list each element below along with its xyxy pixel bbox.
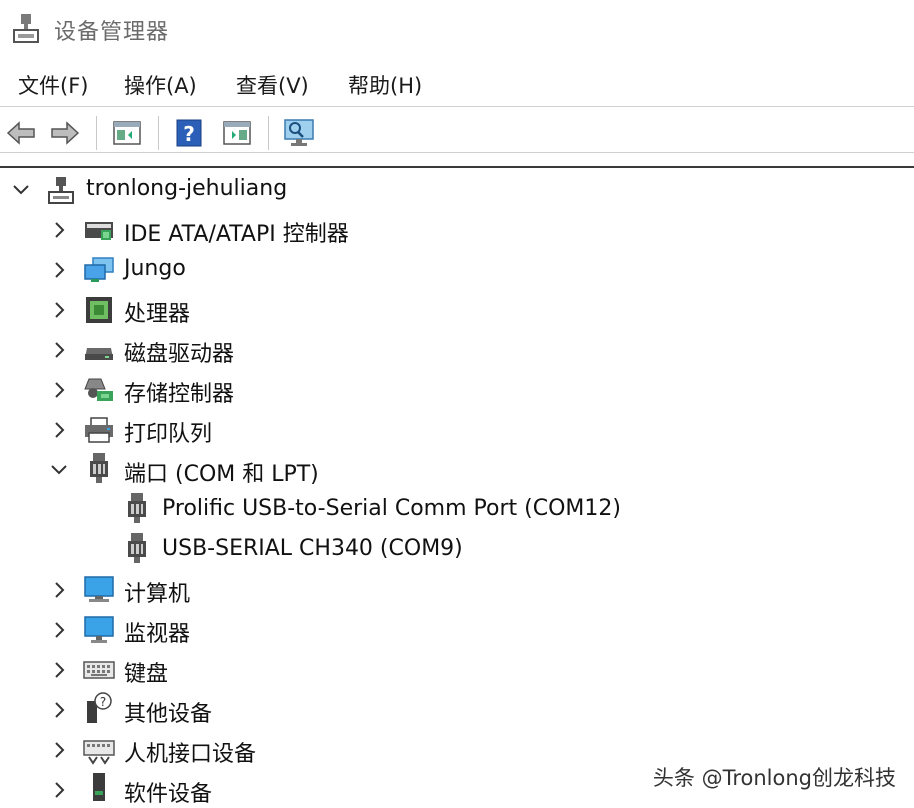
monitor-icon — [82, 614, 116, 646]
chevron-right-icon[interactable] — [48, 699, 70, 721]
tree-item-label: 软件设备 — [124, 782, 213, 807]
svg-text:?: ? — [183, 122, 195, 146]
chevron-right-icon[interactable] — [48, 299, 70, 321]
menu-action[interactable]: 操作(A) — [122, 68, 199, 102]
scan-hardware-button[interactable] — [282, 116, 316, 150]
device-tree: tronlong-jehuliang IDE ATA/ATAPI 控制器 Jun… — [0, 170, 914, 808]
tree-item-keyboard[interactable]: 键盘 — [0, 650, 914, 690]
tree-item-ports[interactable]: 端口 (COM 和 LPT) — [0, 450, 914, 490]
tree-item-label: Prolific USB-to-Serial Comm Port (COM12) — [162, 496, 621, 521]
tree-item-other-devices[interactable]: ? 其他设备 — [0, 690, 914, 730]
chevron-right-icon[interactable] — [48, 219, 70, 241]
forward-arrow-icon — [51, 121, 80, 145]
update-driver-button[interactable] — [220, 116, 254, 150]
back-arrow-icon — [6, 121, 35, 145]
tree-item-label: 计算机 — [124, 582, 191, 607]
chevron-right-icon[interactable] — [48, 619, 70, 641]
svg-text:?: ? — [100, 695, 106, 709]
tree-item-label: 处理器 — [124, 302, 191, 327]
port-icon — [120, 532, 154, 564]
disk-drive-icon — [82, 334, 116, 366]
title-bar: 设备管理器 — [0, 0, 914, 58]
tree-item-monitor[interactable]: 监视器 — [0, 610, 914, 650]
keyboard-icon — [82, 654, 116, 686]
menu-bar: 文件(F) 操作(A) 查看(V) 帮助(H) — [0, 62, 914, 104]
processor-icon — [82, 294, 116, 326]
printer-icon — [82, 414, 116, 446]
tree-item-print-queues[interactable]: 打印队列 — [0, 410, 914, 450]
properties-button[interactable] — [110, 116, 144, 150]
port-icon — [120, 492, 154, 524]
tree-item-label: IDE ATA/ATAPI 控制器 — [124, 222, 349, 247]
tree-item-processor[interactable]: 处理器 — [0, 290, 914, 330]
window-title: 设备管理器 — [54, 20, 170, 45]
chevron-right-icon[interactable] — [48, 419, 70, 441]
tree-root-label: tronlong-jehuliang — [86, 176, 288, 201]
tree-item-label: Jungo — [124, 256, 186, 281]
port-icon — [82, 452, 116, 484]
tree-item-storage-controller[interactable]: 存储控制器 — [0, 370, 914, 410]
toolbar-divider — [0, 152, 914, 153]
tree-item-disk-drives[interactable]: 磁盘驱动器 — [0, 330, 914, 370]
tree-item-label: 磁盘驱动器 — [124, 342, 235, 367]
device-manager-icon — [13, 14, 39, 43]
toolbar-separator — [96, 116, 97, 150]
tree-item-label: 存储控制器 — [124, 382, 235, 407]
tree-item-computer[interactable]: 计算机 — [0, 570, 914, 610]
tree-item-ide[interactable]: IDE ATA/ATAPI 控制器 — [0, 210, 914, 250]
jungo-network-icon — [82, 254, 116, 286]
properties-panel-icon — [113, 121, 141, 145]
toolbar-separator — [268, 116, 269, 150]
menu-file[interactable]: 文件(F) — [16, 68, 90, 102]
chevron-right-icon[interactable] — [48, 739, 70, 761]
chevron-right-icon[interactable] — [48, 339, 70, 361]
tree-item-jungo[interactable]: Jungo — [0, 250, 914, 290]
menu-view[interactable]: 查看(V) — [234, 68, 311, 102]
toolbar-separator — [158, 116, 159, 150]
help-icon: ? — [176, 119, 202, 147]
chevron-right-icon[interactable] — [48, 259, 70, 281]
toolbar: ? — [0, 110, 914, 154]
tree-item-label: USB-SERIAL CH340 (COM9) — [162, 536, 463, 561]
menu-divider — [0, 106, 914, 107]
scan-monitor-icon — [284, 119, 314, 146]
update-driver-icon — [223, 121, 251, 145]
tree-item-label: 人机接口设备 — [124, 742, 257, 767]
ide-controller-icon — [82, 214, 116, 246]
storage-controller-icon — [82, 374, 116, 406]
chevron-right-icon[interactable] — [48, 659, 70, 681]
unknown-device-icon: ? — [82, 692, 116, 724]
tree-child-ch340-port[interactable]: USB-SERIAL CH340 (COM9) — [0, 530, 914, 570]
tree-item-label: 监视器 — [124, 622, 191, 647]
computer-host-icon — [44, 174, 78, 206]
tree-item-label: 键盘 — [124, 662, 169, 687]
chevron-right-icon[interactable] — [48, 779, 70, 801]
tree-item-label: 端口 (COM 和 LPT) — [124, 462, 319, 487]
back-button[interactable] — [4, 116, 38, 150]
help-button[interactable]: ? — [172, 116, 206, 150]
chevron-right-icon[interactable] — [48, 379, 70, 401]
watermark: 头条 @Tronlong创龙科技 — [652, 766, 896, 790]
forward-button[interactable] — [48, 116, 82, 150]
tree-child-prolific-port[interactable]: Prolific USB-to-Serial Comm Port (COM12) — [0, 490, 914, 530]
computer-icon — [82, 574, 116, 606]
software-device-icon — [82, 772, 116, 804]
chevron-right-icon[interactable] — [48, 579, 70, 601]
chevron-down-icon[interactable] — [10, 179, 32, 201]
content-top-border — [0, 166, 914, 168]
tree-item-label: 其他设备 — [124, 702, 213, 727]
menu-help[interactable]: 帮助(H) — [346, 68, 424, 102]
tree-item-label: 打印队列 — [124, 422, 213, 447]
hid-icon — [82, 734, 116, 766]
chevron-down-icon[interactable] — [48, 459, 70, 481]
tree-root[interactable]: tronlong-jehuliang — [0, 170, 914, 210]
